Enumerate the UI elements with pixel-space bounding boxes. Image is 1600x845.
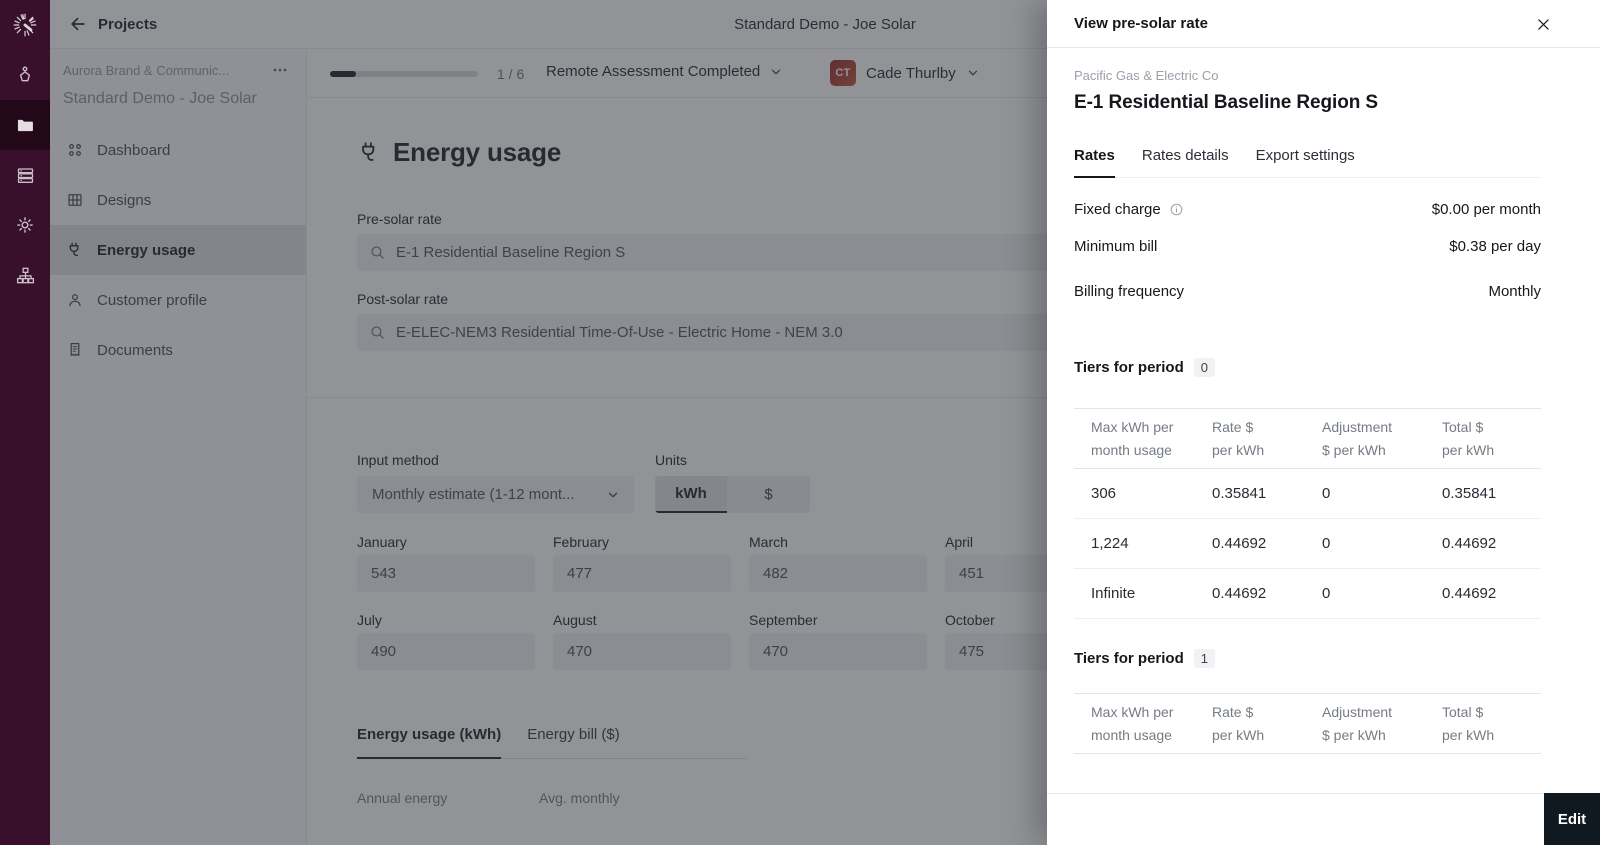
period-badge: 1 bbox=[1193, 649, 1215, 668]
projects-folder-icon[interactable] bbox=[0, 100, 50, 150]
org-chart-icon[interactable] bbox=[0, 250, 50, 300]
cell-max-kwh: 306 bbox=[1091, 485, 1117, 502]
column-header: Max kWh per month usage bbox=[1091, 703, 1174, 743]
cell-adjustment: 0 bbox=[1322, 585, 1331, 602]
edit-button[interactable]: Edit bbox=[1544, 793, 1600, 845]
cell-total: 0.44692 bbox=[1442, 585, 1497, 602]
modal-backdrop[interactable] bbox=[50, 0, 1047, 845]
proposals-list-icon[interactable] bbox=[0, 150, 50, 200]
app-root: Projects Standard Demo - Joe Solar Auror… bbox=[0, 0, 1600, 845]
minimum-bill-value: $0.38 per day bbox=[1449, 238, 1541, 255]
summary-row-fixed-charge: Fixed charge $0.00 per month bbox=[1074, 201, 1541, 218]
tab-rates-details[interactable]: Rates details bbox=[1142, 147, 1229, 177]
tab-rates[interactable]: Rates bbox=[1074, 147, 1115, 178]
cell-adjustment: 0 bbox=[1322, 535, 1331, 552]
table-row: 306 0.35841 0 0.35841 bbox=[1074, 469, 1541, 519]
cell-total: 0.44692 bbox=[1442, 535, 1497, 552]
cell-max-kwh: 1,224 bbox=[1091, 535, 1129, 552]
tier-table-period-1: Max kWh per month usage Rate $ per kWh A… bbox=[1074, 693, 1541, 754]
cell-max-kwh: Infinite bbox=[1091, 585, 1136, 602]
cell-total: 0.35841 bbox=[1442, 485, 1497, 502]
utility-name: Pacific Gas & Electric Co bbox=[1074, 68, 1219, 83]
column-header: Total $ per kWh bbox=[1442, 418, 1495, 458]
modal-title: View pre-solar rate bbox=[1074, 15, 1208, 32]
column-header: Rate $ per kWh bbox=[1212, 703, 1265, 743]
tab-export-settings[interactable]: Export settings bbox=[1256, 147, 1355, 177]
billing-frequency-value: Monthly bbox=[1488, 283, 1541, 300]
table-row: Infinite 0.44692 0 0.44692 bbox=[1074, 569, 1541, 619]
summary-row-billing-frequency: Billing frequency Monthly bbox=[1074, 283, 1541, 300]
settings-gear-icon[interactable] bbox=[0, 200, 50, 250]
info-icon[interactable] bbox=[1169, 202, 1184, 217]
icon-rail bbox=[0, 0, 50, 845]
view-pre-solar-rate-modal: View pre-solar rate Pacific Gas & Electr… bbox=[1047, 0, 1600, 845]
period-badge: 0 bbox=[1193, 358, 1215, 377]
summary-row-minimum-bill: Minimum bill $0.38 per day bbox=[1074, 238, 1541, 255]
fixed-charge-label: Fixed charge bbox=[1074, 201, 1161, 218]
cell-rate: 0.35841 bbox=[1212, 485, 1267, 502]
modal-footer: Edit bbox=[1047, 793, 1600, 845]
tiers-title: Tiers for period bbox=[1074, 359, 1184, 376]
tier-table-period-0: Max kWh per month usage Rate $ per kWh A… bbox=[1074, 408, 1541, 619]
column-header: Adjustment $ per kWh bbox=[1322, 418, 1393, 458]
tiers-period-0-heading: Tiers for period 0 bbox=[1074, 358, 1541, 377]
tiers-title: Tiers for period bbox=[1074, 650, 1184, 667]
cell-adjustment: 0 bbox=[1322, 485, 1331, 502]
close-icon[interactable] bbox=[1527, 8, 1559, 40]
aurora-logo-icon[interactable] bbox=[0, 0, 50, 50]
rate-name: E-1 Residential Baseline Region S bbox=[1074, 92, 1378, 113]
modal-tabs: Rates Rates details Export settings bbox=[1074, 147, 1541, 178]
cell-rate: 0.44692 bbox=[1212, 535, 1267, 552]
cell-rate: 0.44692 bbox=[1212, 585, 1267, 602]
sales-mode-icon[interactable] bbox=[0, 50, 50, 100]
column-header: Max kWh per month usage bbox=[1091, 418, 1174, 458]
table-row: 1,224 0.44692 0 0.44692 bbox=[1074, 519, 1541, 569]
fixed-charge-value: $0.00 per month bbox=[1431, 201, 1541, 218]
tiers-period-1-heading: Tiers for period 1 bbox=[1074, 649, 1541, 668]
column-header: Total $ per kWh bbox=[1442, 703, 1495, 743]
billing-frequency-label: Billing frequency bbox=[1074, 283, 1185, 300]
minimum-bill-label: Minimum bill bbox=[1074, 238, 1158, 255]
column-header: Rate $ per kWh bbox=[1212, 418, 1265, 458]
column-header: Adjustment $ per kWh bbox=[1322, 703, 1393, 743]
